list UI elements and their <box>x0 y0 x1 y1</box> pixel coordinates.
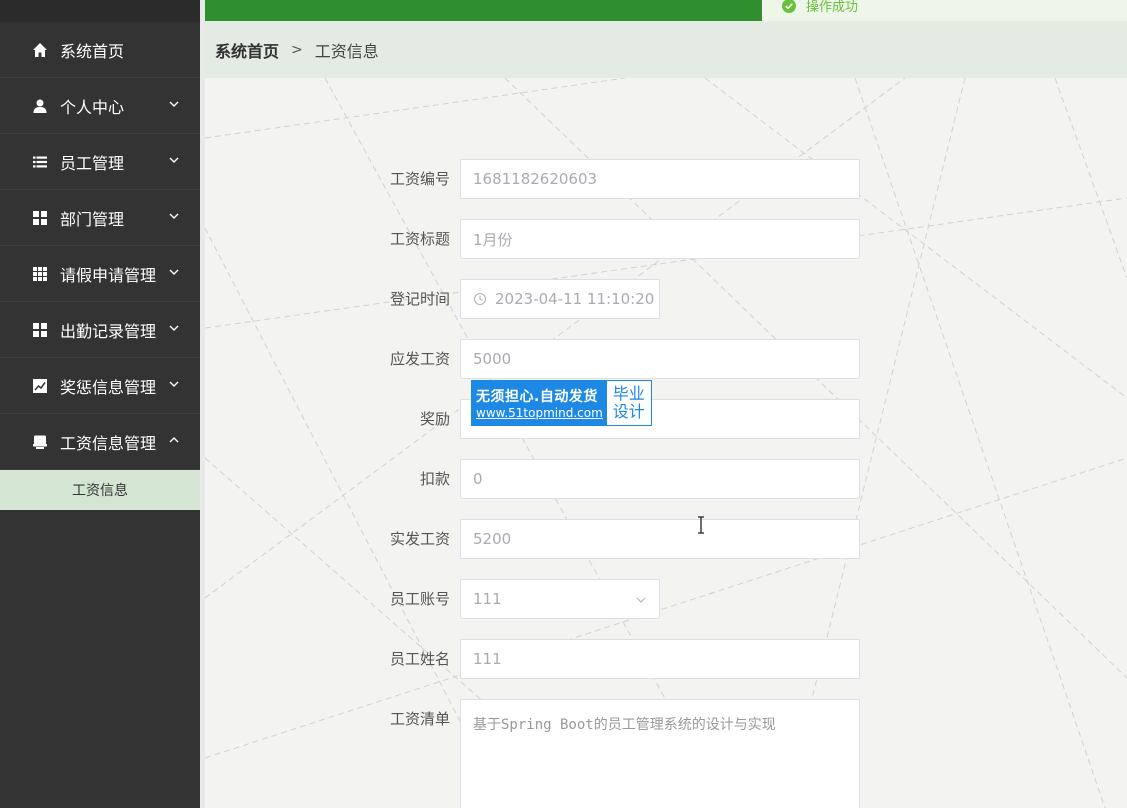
employee-name-input[interactable]: 111 <box>460 639 860 679</box>
grid-icon <box>32 210 48 226</box>
sidebar-item-label: 出勤记录管理 <box>60 321 157 341</box>
field-label: 工资标题 <box>389 230 450 248</box>
employee-account-value: 111 <box>473 590 502 608</box>
sidebar-item-reward-management[interactable]: 奖惩信息管理 <box>0 358 200 414</box>
success-toast: 操作成功 <box>762 0 1127 21</box>
home-icon <box>32 42 48 58</box>
sidebar-top <box>0 0 200 22</box>
sidebar-subitem-salary-info[interactable]: 工资信息 <box>0 470 200 510</box>
breadcrumb-current: 工资信息 <box>314 42 379 61</box>
field-label: 工资清单 <box>389 710 450 728</box>
top-banner <box>205 0 762 21</box>
chevron-down-icon <box>636 597 646 603</box>
salary-no-input[interactable]: 1681182620603 <box>460 159 860 199</box>
field-label: 扣款 <box>419 470 450 488</box>
payable-salary-input[interactable]: 5000 <box>460 339 860 379</box>
chevron-down-icon <box>169 157 179 163</box>
chevron-down-icon <box>169 269 179 275</box>
watermark-right: 毕业 设计 <box>607 381 651 425</box>
field-label: 应发工资 <box>389 350 450 368</box>
breadcrumb-separator: > <box>291 42 303 58</box>
breadcrumb: 系统首页 > 工资信息 <box>205 22 1127 78</box>
main-content: 工资编号 1681182620603 工资标题 1月份 登记时间 2023-04… <box>205 78 1127 808</box>
sidebar-subitem-label: 工资信息 <box>72 483 128 499</box>
watermark-right-line1: 毕业 <box>612 384 645 403</box>
salary-list-textarea[interactable]: 基于Spring Boot的员工管理系统的设计与实现 <box>460 699 860 808</box>
sidebar-item-label: 奖惩信息管理 <box>60 377 157 397</box>
chevron-down-icon <box>169 213 179 219</box>
actual-salary-input[interactable]: 5200 <box>460 519 860 559</box>
sidebar: 系统首页 个人中心 员工管理 部门管理 请假申请管理 出勤记录管理 奖惩信息管理… <box>0 0 200 808</box>
apps-icon <box>32 266 48 282</box>
sidebar-item-employee-management[interactable]: 员工管理 <box>0 134 200 190</box>
chart-icon <box>32 378 48 394</box>
sidebar-item-home[interactable]: 系统首页 <box>0 22 200 78</box>
field-label: 奖励 <box>419 410 450 428</box>
toast-text: 操作成功 <box>806 0 859 15</box>
sidebar-item-leave-management[interactable]: 请假申请管理 <box>0 246 200 302</box>
register-time-value: 2023-04-11 11:10:20 <box>495 290 655 308</box>
chevron-down-icon <box>169 101 179 107</box>
salary-form: 工资编号 1681182620603 工资标题 1月份 登记时间 2023-04… <box>205 78 1127 808</box>
top-bar: 操作成功 <box>205 0 1127 22</box>
field-label: 员工姓名 <box>389 650 450 668</box>
sidebar-item-label: 系统首页 <box>60 41 125 61</box>
watermark-right-line2: 设计 <box>612 402 645 421</box>
field-label: 工资编号 <box>389 170 450 188</box>
user-icon <box>32 98 48 114</box>
register-time-picker[interactable]: 2023-04-11 11:10:20 <box>460 279 660 319</box>
check-circle-icon <box>782 0 796 13</box>
sidebar-item-label: 个人中心 <box>60 97 125 117</box>
watermark-url: www.51topmind.com <box>476 406 603 420</box>
printer-icon <box>32 434 48 450</box>
watermark-line1: 无须担心.自动发货 <box>476 389 598 405</box>
list-icon <box>32 154 48 170</box>
field-label: 登记时间 <box>389 290 450 308</box>
sidebar-item-attendance-management[interactable]: 出勤记录管理 <box>0 302 200 358</box>
clock-icon <box>473 292 487 306</box>
chevron-up-icon <box>169 437 179 443</box>
sidebar-item-label: 请假申请管理 <box>60 265 157 285</box>
watermark-badge: 无须担心.自动发货 www.51topmind.com 毕业 设计 <box>471 380 652 426</box>
watermark-left: 无须担心.自动发货 www.51topmind.com <box>472 381 607 425</box>
employee-account-select[interactable]: 111 <box>460 579 660 619</box>
field-label: 实发工资 <box>389 530 450 548</box>
text-cursor-icon <box>698 516 704 534</box>
sidebar-item-salary-management[interactable]: 工资信息管理 <box>0 414 200 470</box>
sidebar-item-label: 员工管理 <box>60 153 125 173</box>
chevron-down-icon <box>169 381 179 387</box>
salary-title-input[interactable]: 1月份 <box>460 219 860 259</box>
deduction-input[interactable]: 0 <box>460 459 860 499</box>
sidebar-item-label: 部门管理 <box>60 209 125 229</box>
sidebar-item-personal-center[interactable]: 个人中心 <box>0 78 200 134</box>
sidebar-item-department-management[interactable]: 部门管理 <box>0 190 200 246</box>
breadcrumb-home[interactable]: 系统首页 <box>215 38 279 62</box>
sidebar-item-label: 工资信息管理 <box>60 433 157 453</box>
chevron-down-icon <box>169 325 179 331</box>
grid-icon <box>32 322 48 338</box>
field-label: 员工账号 <box>389 590 450 608</box>
